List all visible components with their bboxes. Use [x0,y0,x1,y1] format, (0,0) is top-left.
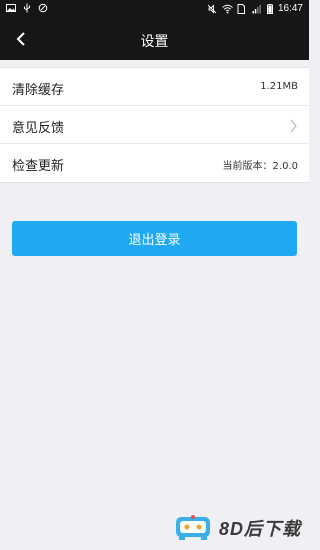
settings-list: 清除缓存 1.21MB 意见反馈 检查更新 当前版本：2.0.0 [0,67,309,183]
usb-icon [22,3,32,13]
status-time: 16:47 [277,3,303,14]
status-bar: 16:47 [0,0,309,19]
page-title: 设置 [140,34,169,50]
logout-label: 退出登录 [128,233,181,248]
image-icon [6,3,16,13]
sync-icon [38,3,48,13]
status-right-icons: 16:47 [207,3,303,15]
watermark-text: 8D后下载 [218,519,301,539]
signal-icon [252,4,262,14]
cache-size-value: 1.21MB [260,81,298,92]
clear-cache-row[interactable]: 清除缓存 1.21MB [0,68,309,106]
current-version-value: 当前版本：2.0.0 [222,161,298,172]
chevron-right-icon [289,118,298,133]
top-nav-bar: 设置 [0,19,309,60]
check-update-label: 检查更新 [12,159,65,174]
feedback-label: 意见反馈 [12,121,65,136]
watermark: 8D后下载 [173,514,301,542]
status-left-icons [6,3,48,13]
robot-logo [173,514,213,542]
check-update-row[interactable]: 检查更新 当前版本：2.0.0 [0,144,309,182]
wifi-icon [222,4,233,14]
sim-icon [237,4,247,14]
logout-button[interactable]: 退出登录 [12,221,297,256]
feedback-row[interactable]: 意见反馈 [0,106,309,144]
clear-cache-label: 清除缓存 [12,83,65,98]
mute-icon [207,4,217,14]
battery-icon [266,4,273,14]
